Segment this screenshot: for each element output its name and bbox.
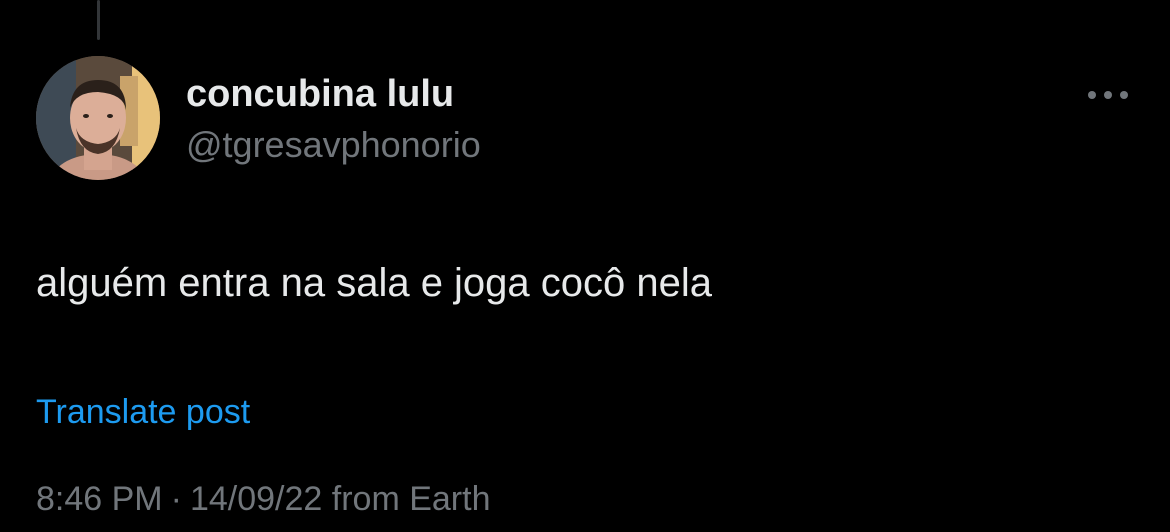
thread-connector-line <box>97 0 100 40</box>
avatar[interactable] <box>36 56 160 180</box>
more-options-button[interactable] <box>1080 80 1136 110</box>
tweet-date[interactable]: 14/09/22 <box>190 480 322 518</box>
tweet-text: alguém entra na sala e joga cocô nela <box>36 261 713 305</box>
tweet-metadata: 8:46 PM · 14/09/22 from Earth <box>36 478 490 520</box>
tweet-source: from Earth <box>331 480 491 518</box>
tweet-time[interactable]: 8:46 PM <box>36 480 163 518</box>
meta-separator: · <box>170 480 182 518</box>
author-handle[interactable]: @tgresavphonorio <box>186 124 481 166</box>
ellipsis-icon <box>1088 91 1128 99</box>
translate-post-link[interactable]: Translate post <box>36 392 250 432</box>
avatar-photo <box>36 56 160 180</box>
author-display-name[interactable]: concubina lulu <box>186 72 454 116</box>
